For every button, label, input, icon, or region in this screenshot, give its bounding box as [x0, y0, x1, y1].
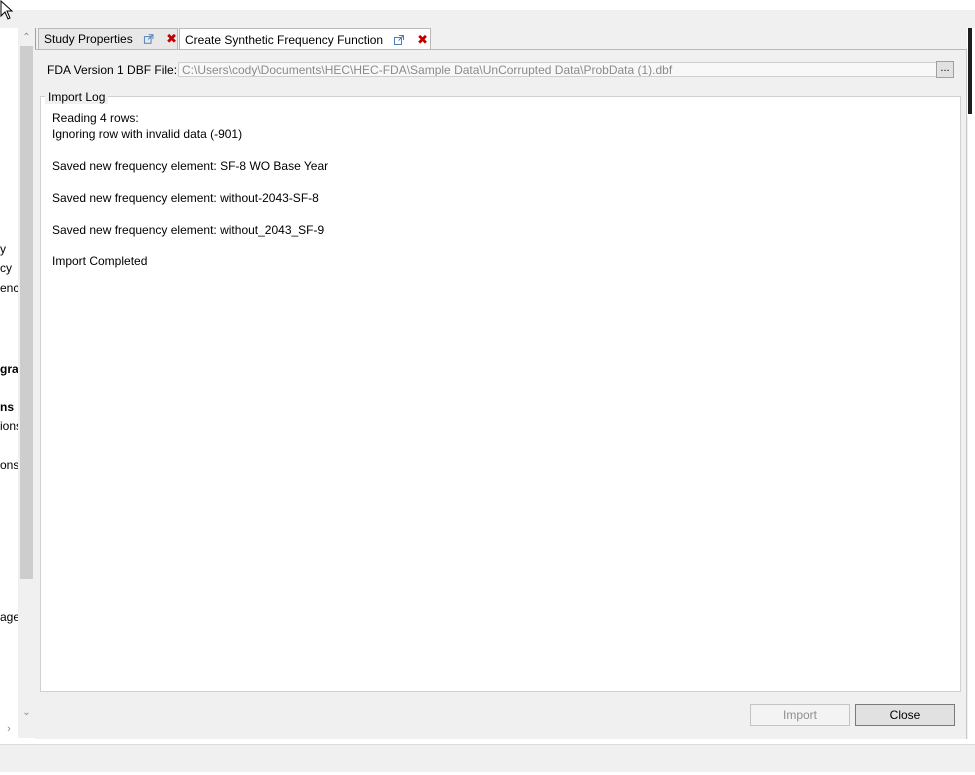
import-log-title: Import Log: [45, 90, 109, 104]
title-strip: [0, 10, 975, 28]
pop-out-icon[interactable]: [393, 34, 405, 46]
log-line: Saved new frequency element: without_204…: [52, 223, 325, 237]
tree-item[interactable]: y: [0, 242, 6, 256]
log-line: Ignoring row with invalid data (-901): [52, 127, 243, 141]
tree-item[interactable]: cy: [0, 261, 12, 275]
close-tab-icon[interactable]: ✖: [166, 31, 177, 47]
dbf-file-path-field[interactable]: C:\Users\cody\Documents\HEC\HEC-FDA\Samp…: [178, 62, 937, 77]
status-strip: [0, 744, 975, 772]
dbf-file-label: FDA Version 1 DBF File:: [47, 63, 178, 77]
scroll-up-icon[interactable]: ⌃: [18, 30, 35, 46]
browse-button[interactable]: ...: [936, 61, 954, 78]
log-line: Saved new frequency element: without-204…: [52, 191, 319, 205]
tab-study-properties[interactable]: Study Properties ✖: [38, 28, 178, 49]
tab-label: Create Synthetic Frequency Function: [185, 32, 384, 47]
right-scrollbar-sliver[interactable]: [968, 28, 972, 114]
import-button[interactable]: Import: [750, 704, 850, 726]
close-tab-icon[interactable]: ✖: [417, 32, 428, 48]
close-button[interactable]: Close: [855, 704, 955, 726]
scrollbar-thumb[interactable]: [20, 46, 33, 579]
scroll-down-icon[interactable]: ⌄: [18, 705, 35, 721]
pop-out-icon[interactable]: [143, 33, 154, 45]
log-line: Saved new frequency element: SF-8 WO Bas…: [52, 159, 329, 173]
import-log-box: [40, 96, 961, 692]
scroll-right-icon[interactable]: ›: [0, 720, 18, 738]
log-line: Import Completed: [52, 254, 148, 268]
tree-vertical-scrollbar[interactable]: ⌃ ⌄: [18, 28, 35, 738]
mouse-cursor-icon: [0, 0, 14, 20]
log-line: Reading 4 rows:: [52, 111, 139, 125]
tab-label: Study Properties: [44, 32, 133, 46]
tab-create-synthetic-frequency-function[interactable]: Create Synthetic Frequency Function ✖: [179, 28, 431, 50]
tree-item[interactable]: ns: [0, 400, 14, 414]
tree-item[interactable]: ons: [0, 458, 19, 472]
